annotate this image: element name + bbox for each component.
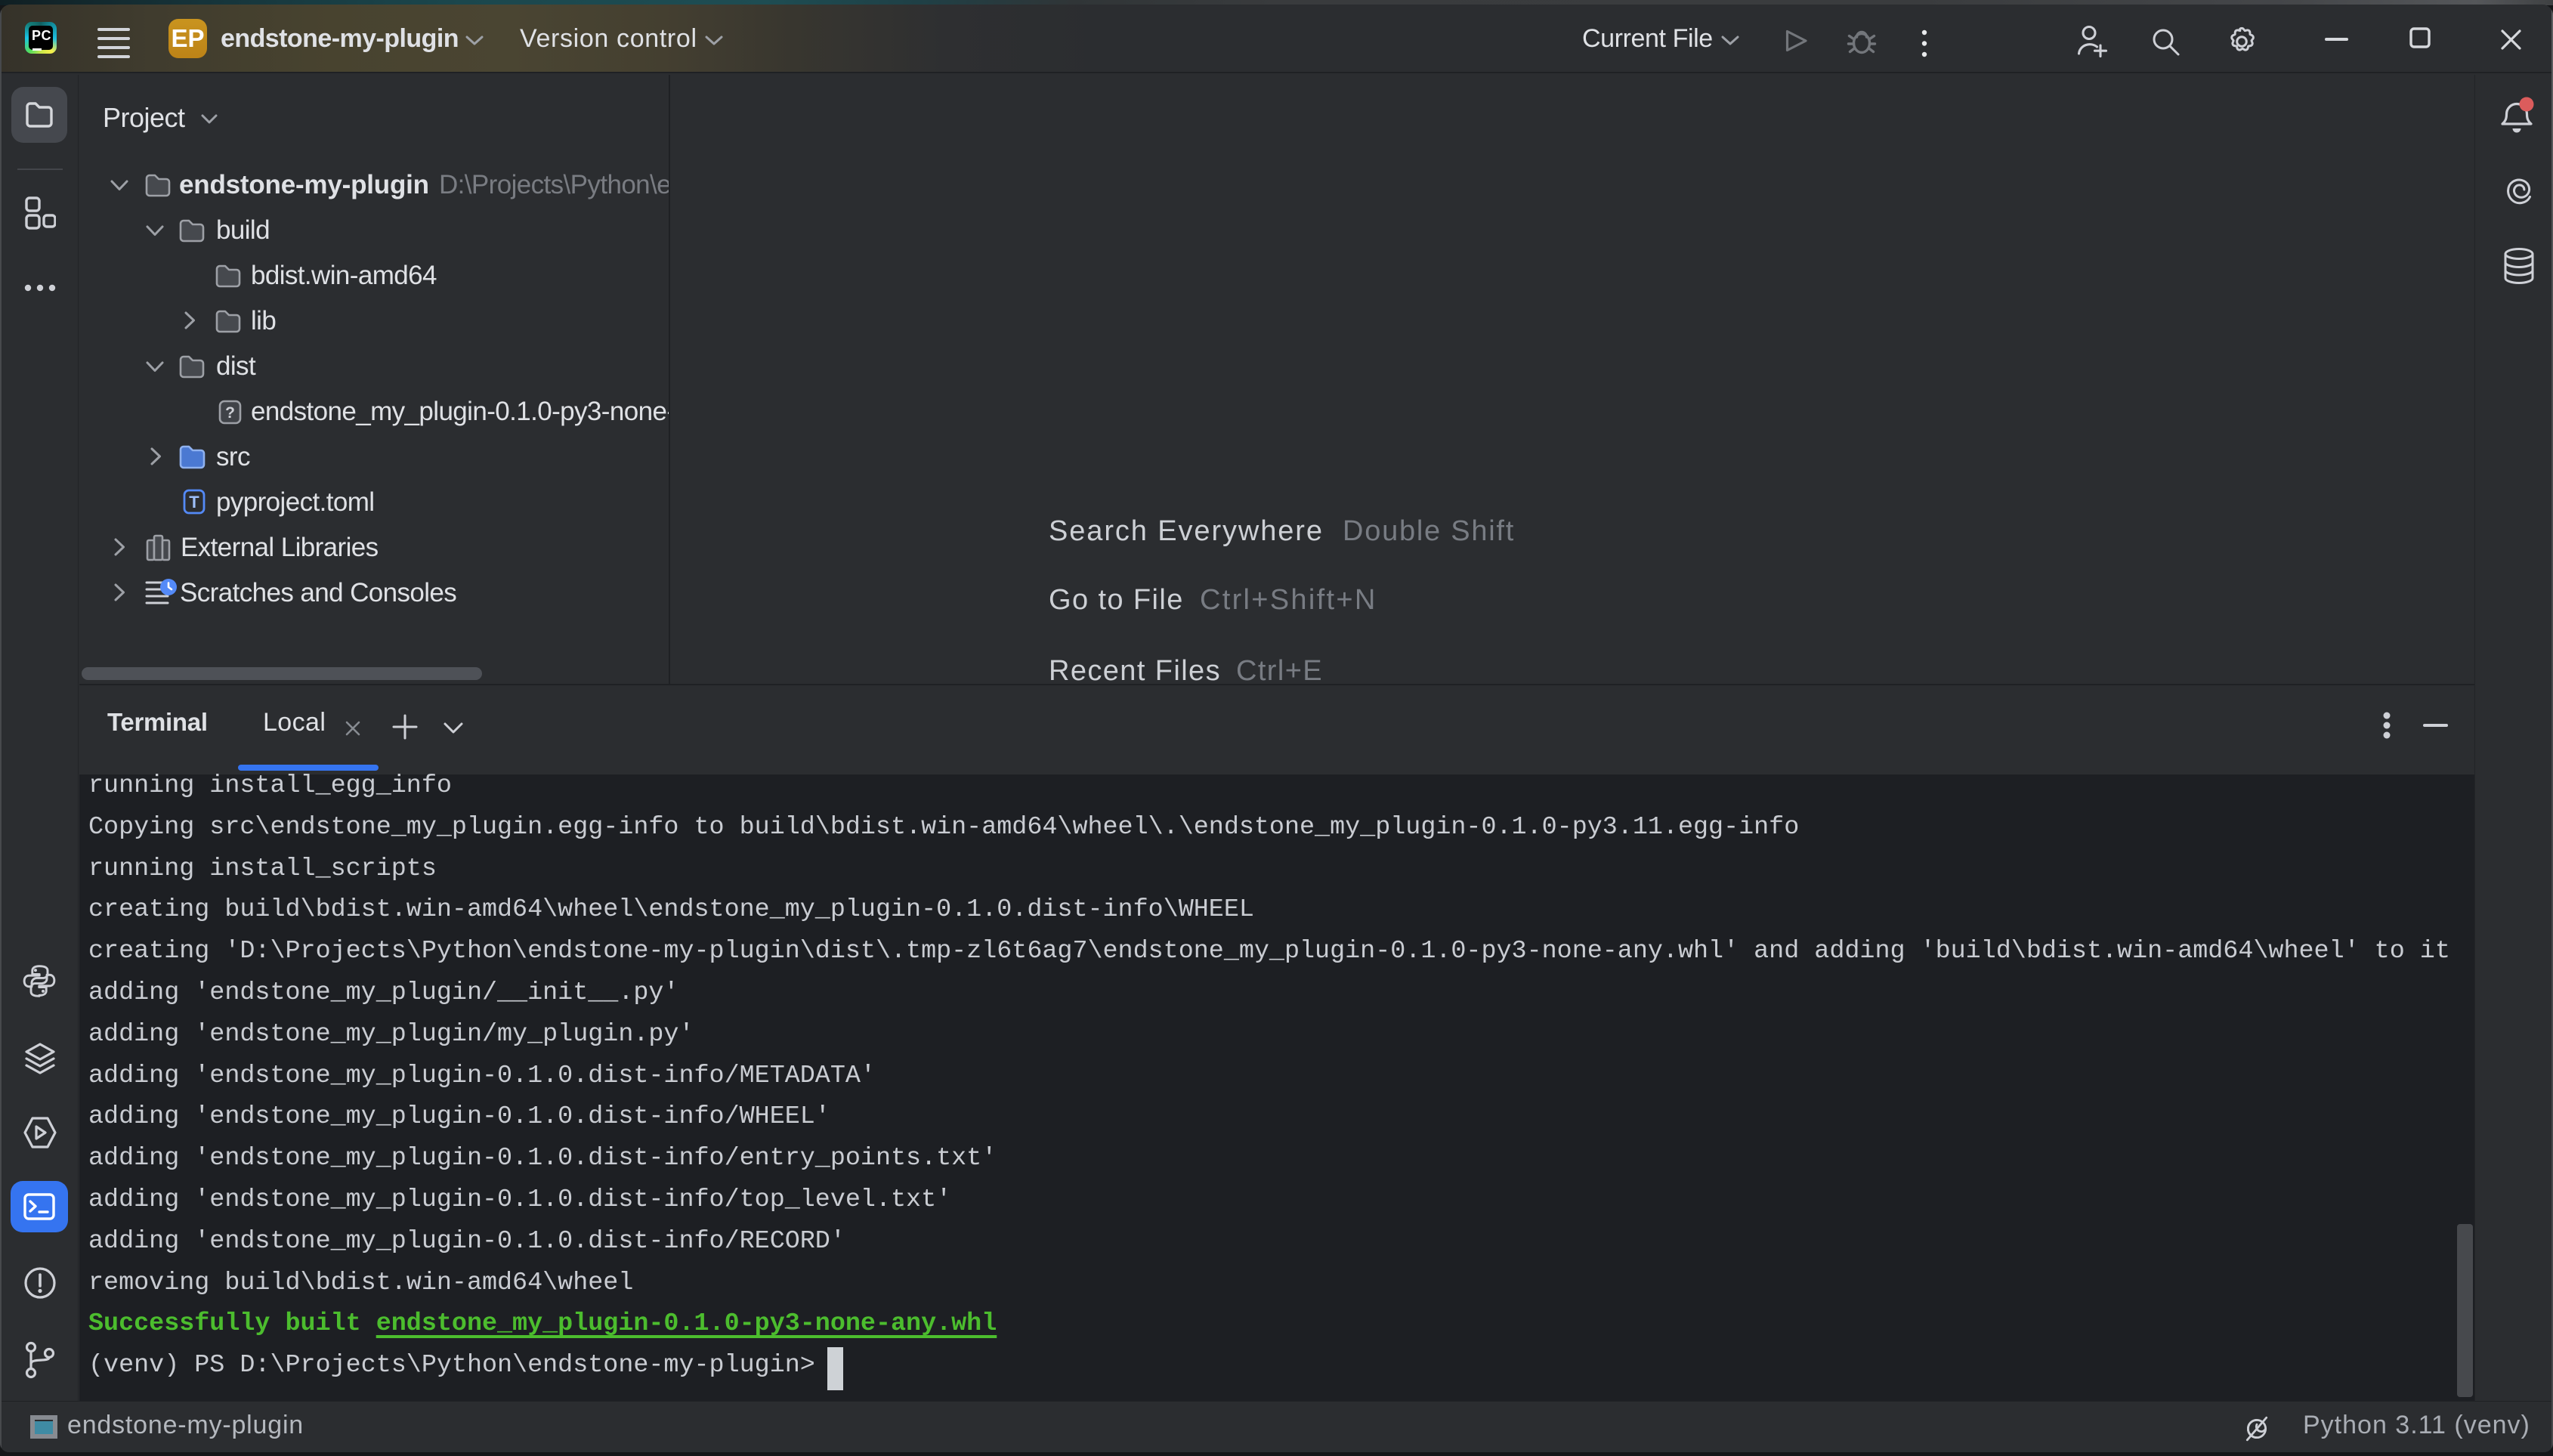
svg-text:T: T <box>189 493 199 512</box>
svg-text:?: ? <box>225 404 235 422</box>
